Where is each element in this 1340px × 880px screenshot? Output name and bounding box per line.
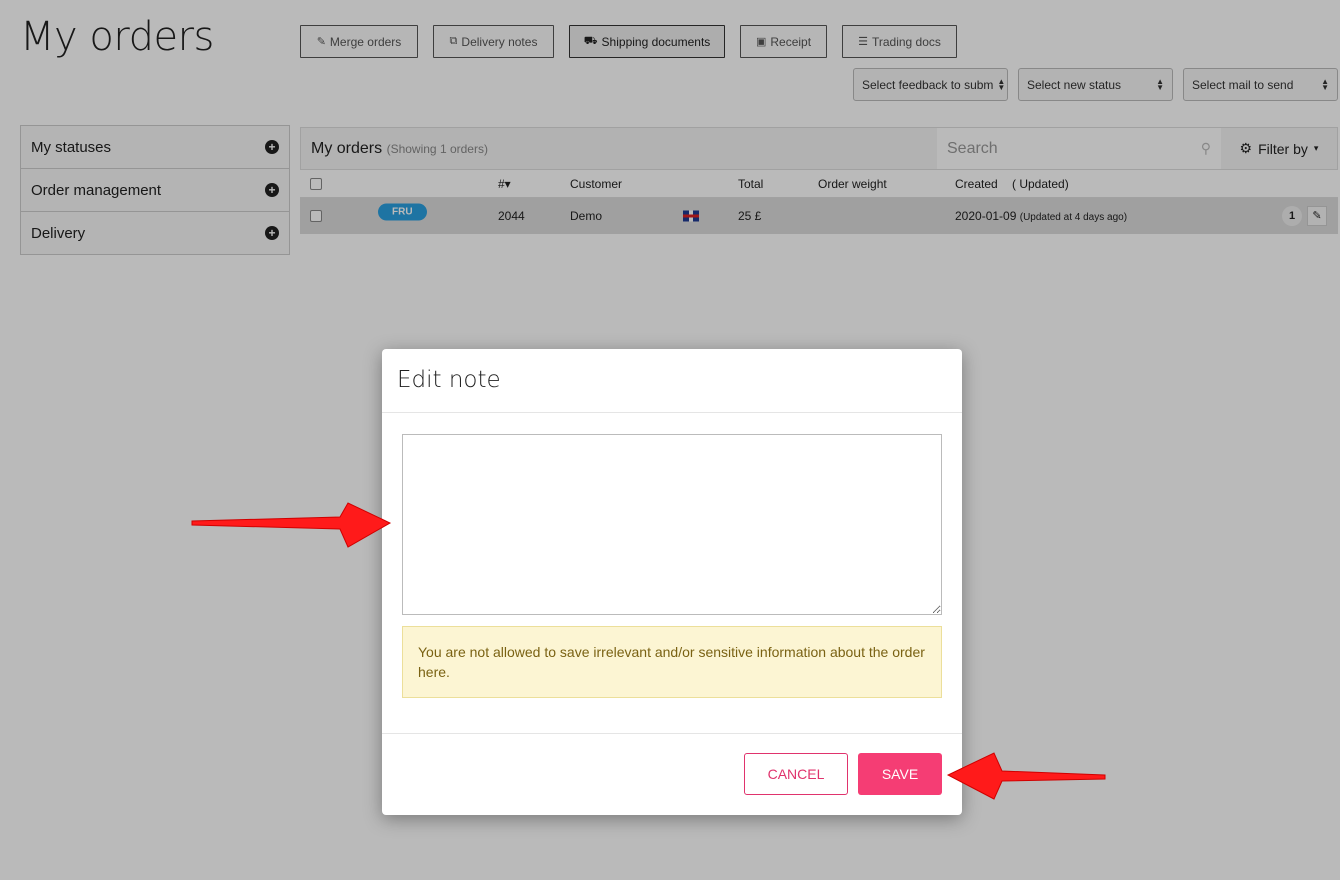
cancel-button[interactable]: CANCEL [744,753,848,795]
annotation-arrow-icon [946,752,1106,800]
save-button[interactable]: SAVE [858,753,942,795]
edit-note-modal: Edit note You are not allowed to save ir… [382,349,962,815]
annotation-arrow-icon [191,502,392,548]
warning-alert: You are not allowed to save irrelevant a… [402,626,942,698]
modal-footer-divider [382,733,962,734]
note-textarea[interactable] [402,434,942,615]
modal-title: Edit note [382,349,962,413]
